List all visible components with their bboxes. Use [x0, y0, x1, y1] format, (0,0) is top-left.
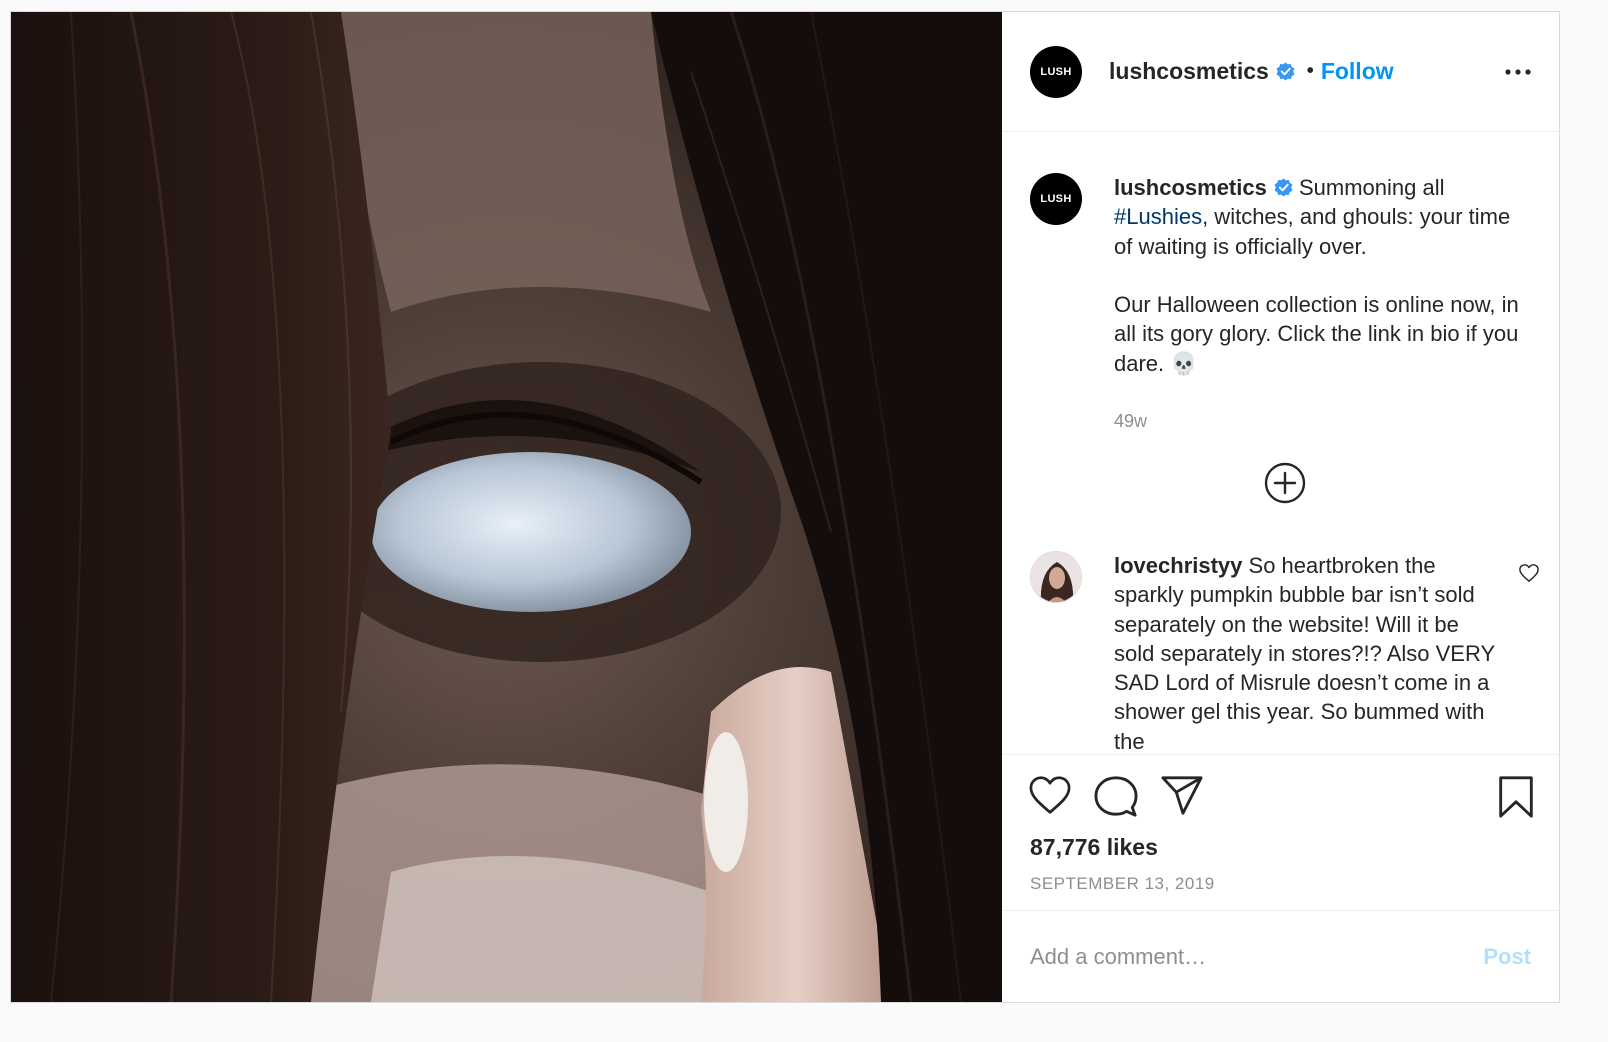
likes-count[interactable]: 87,776 likes: [1030, 834, 1158, 861]
plus-circle-icon[interactable]: [1264, 462, 1306, 504]
more-options-icon[interactable]: [1505, 67, 1531, 77]
post-card: LUSH lushcosmetics • Follow LUSH lushcos…: [10, 11, 1560, 1003]
commenter-photo: [1031, 552, 1081, 602]
caption-hashtag-link[interactable]: #Lushies: [1114, 204, 1202, 229]
post-comment-button[interactable]: Post: [1483, 944, 1531, 970]
header-separator: •: [1306, 60, 1314, 82]
follow-button[interactable]: Follow: [1321, 58, 1394, 85]
comment-input[interactable]: [1030, 939, 1450, 975]
share-icon[interactable]: [1160, 775, 1204, 817]
post-side-panel: LUSH lushcosmetics • Follow LUSH lushcos…: [1002, 12, 1559, 1002]
comments-scroll-area[interactable]: LUSH lushcosmetics Summoning all #Lushie…: [1002, 133, 1559, 754]
post-photo-eye: [11, 12, 1002, 1002]
actions-divider: [1002, 754, 1559, 755]
post-image[interactable]: [11, 12, 1002, 1002]
comment-body: lovechristyy So heartbroken the sparkly …: [1114, 551, 1499, 754]
post-header: LUSH lushcosmetics • Follow: [1002, 12, 1559, 132]
caption-time[interactable]: 49w: [1114, 411, 1147, 432]
caption-avatar[interactable]: LUSH: [1030, 173, 1082, 225]
commenter-avatar[interactable]: [1030, 551, 1082, 603]
heart-icon[interactable]: [1028, 775, 1072, 815]
action-bar: [1028, 775, 1538, 821]
author-avatar[interactable]: LUSH: [1030, 45, 1082, 98]
add-comment-bar: Post: [1002, 910, 1559, 1002]
verified-badge-icon: [1276, 62, 1295, 81]
comment-text: So heartbroken the sparkly pumpkin bubbl…: [1114, 553, 1501, 754]
comment-username[interactable]: lovechristyy: [1114, 553, 1242, 578]
comment-icon[interactable]: [1094, 775, 1138, 819]
post-date: SEPTEMBER 13, 2019: [1030, 874, 1215, 893]
bookmark-icon[interactable]: [1496, 775, 1536, 819]
heart-outline-icon[interactable]: [1518, 563, 1540, 583]
caption-username[interactable]: lushcosmetics: [1114, 175, 1267, 200]
caption-text-part2: , witches, and ghouls: your time of wait…: [1114, 204, 1519, 376]
author-username[interactable]: lushcosmetics: [1109, 58, 1269, 85]
caption-body: lushcosmetics Summoning all #Lushies, wi…: [1114, 173, 1534, 378]
verified-badge-icon: [1274, 178, 1293, 197]
caption-text-part1: Summoning all: [1292, 175, 1451, 200]
